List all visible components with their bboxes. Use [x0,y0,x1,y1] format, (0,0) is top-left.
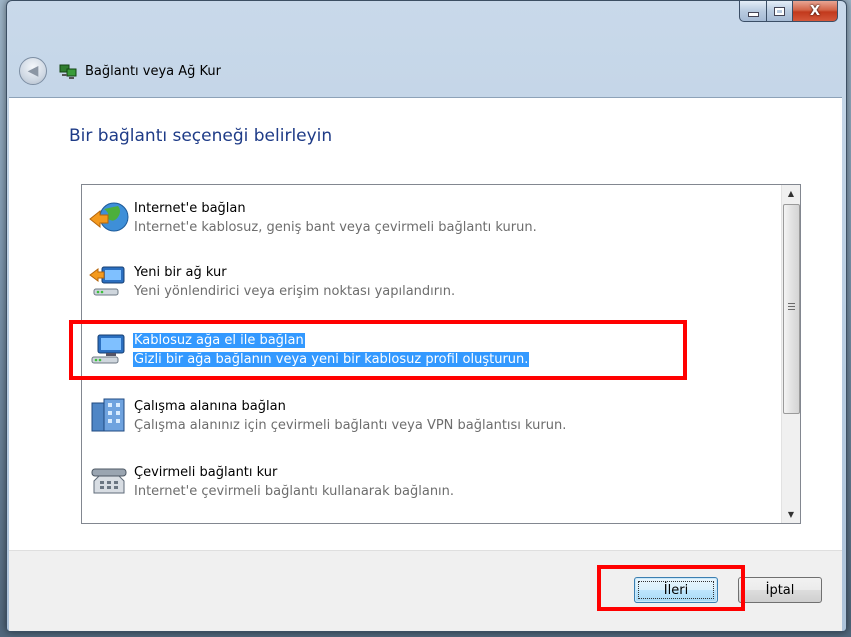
setup-connection-window: X ◀ Bağlantı veya Ağ Kur Bir bağlantı se… [6,0,847,632]
close-button[interactable]: X [793,1,838,22]
option-new-network[interactable]: Yeni bir ağ kur Yeni yönlendirici veya e… [84,251,778,309]
option-description: Yeni yönlendirici veya erişim noktası ya… [134,284,456,299]
options-viewport: Internet'e bağlan Internet'e kablosuz, g… [82,185,780,523]
scroll-thumb[interactable] [783,204,800,414]
option-title: Çevirmeli bağlantı kur [134,465,278,480]
option-description: Gizli bir ağa bağlanın veya yeni bir kab… [133,352,530,367]
scroll-up-button[interactable]: ▲ [782,185,800,202]
option-title: Internet'e bağlan [134,201,246,216]
network-setup-icon [59,64,77,79]
vertical-scrollbar[interactable]: ▲ ▼ [781,185,800,523]
option-title: Yeni bir ağ kur [134,265,227,280]
back-button[interactable]: ◀ [19,57,47,85]
wireless-computer-icon [91,334,125,364]
option-title: Kablosuz ağa el ile bağlan [133,333,305,348]
connection-options-list[interactable]: Internet'e bağlan Internet'e kablosuz, g… [81,184,801,524]
option-description: Internet'e çevirmeli bağlantı kullanarak… [134,484,455,499]
content-area: Bir bağlantı seçeneği belirleyin Interne… [9,97,842,550]
cancel-button-label: İptal [765,582,795,598]
close-icon: X [809,3,821,19]
option-description: Internet'e kablosuz, geniş bant veya çev… [134,220,537,235]
scroll-up-icon: ▲ [787,189,795,198]
option-manual-wireless[interactable]: Kablosuz ağa el ile bağlan Gizli bir ağa… [84,319,778,377]
telephone-icon [91,468,127,494]
back-arrow-icon: ◀ [27,63,39,79]
navigation-bar: ◀ Bağlantı veya Ağ Kur [7,51,846,91]
option-title: Çalışma alanına bağlan [134,399,286,414]
scroll-down-icon: ▼ [787,510,795,519]
scroll-grip-icon [788,303,795,310]
globe-icon [89,202,129,232]
option-connect-internet[interactable]: Internet'e bağlan Internet'e kablosuz, g… [84,187,778,245]
next-button[interactable]: İleri [634,577,718,603]
office-building-icon [91,398,125,432]
button-bar: İleri İptal [9,550,842,631]
router-icon [89,266,125,296]
maximize-button[interactable] [767,1,793,22]
title-bar[interactable]: X [7,1,846,39]
minimize-button[interactable] [739,1,767,22]
option-dialup[interactable]: Çevirmeli bağlantı kur Internet'e çevirm… [84,451,778,509]
focus-rectangle [638,581,714,599]
minimize-icon [747,11,759,17]
window-title: Bağlantı veya Ağ Kur [85,63,222,79]
option-workplace[interactable]: Çalışma alanına bağlan Çalışma alanınız … [84,385,778,443]
caption-buttons: X [739,1,838,22]
scroll-down-button[interactable]: ▼ [782,506,800,523]
maximize-icon [774,6,785,16]
page-heading: Bir bağlantı seçeneği belirleyin [69,126,333,146]
cancel-button[interactable]: İptal [738,577,822,603]
option-description: Çalışma alanınız için çevirmeli bağlantı… [134,418,567,433]
